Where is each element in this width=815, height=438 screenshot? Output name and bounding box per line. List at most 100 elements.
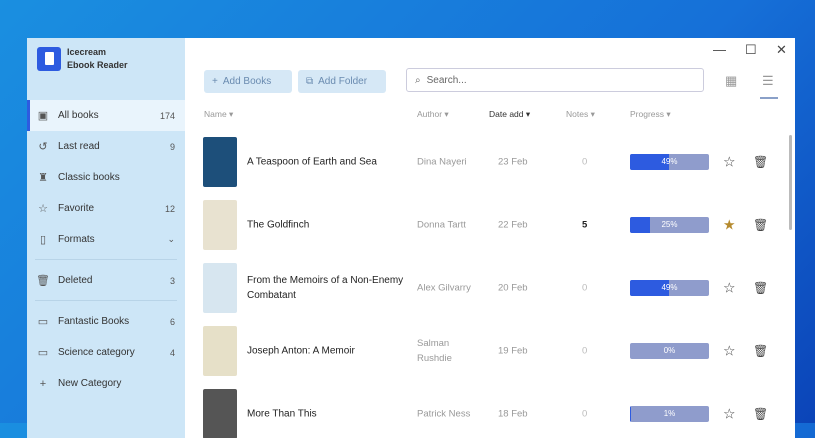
book-cover: [203, 137, 237, 187]
book-notes: 0: [582, 282, 588, 294]
search-placeholder: Search...: [426, 74, 467, 86]
add-books-label: Add Books: [222, 76, 272, 87]
sidebar-item-count: 3: [169, 275, 175, 286]
app-window: Icecream Ebook Reader ▣ All books 174 ↺ Last…: [27, 38, 795, 438]
sidebar-item-classic-books[interactable]: ♜ Classic books: [27, 162, 185, 193]
sidebar-item-new-category[interactable]: + New Category: [27, 368, 185, 399]
book-row[interactable]: From the Memoirs of a Non-Enemy Combatan…: [185, 257, 785, 319]
sidebar-item-science-category[interactable]: ▭ Science category 4: [27, 337, 185, 368]
book-date: 22 Feb: [498, 219, 528, 231]
star-icon[interactable]: ☆: [723, 343, 736, 360]
progress-label: 49%: [661, 283, 678, 292]
active-view-indicator: [760, 97, 778, 99]
star-filled-icon[interactable]: ★: [723, 217, 736, 234]
column-progress[interactable]: Progress ▾: [630, 109, 671, 120]
column-author[interactable]: Author ▾: [417, 109, 449, 120]
plus-icon: +: [212, 76, 218, 87]
sidebar-item-label: Science category: [58, 347, 135, 358]
sidebar-item-label: Deleted: [58, 275, 93, 286]
trash-icon: 🗑: [36, 275, 50, 287]
book-notes: 0: [582, 408, 588, 420]
book-title[interactable]: The Goldfinch: [247, 218, 407, 233]
book-author: Dina Nayeri: [417, 156, 467, 168]
book-row[interactable]: More Than This Patrick Ness 18 Feb 0 1% …: [185, 383, 785, 438]
sidebar-item-all-books[interactable]: ▣ All books 174: [27, 100, 185, 131]
progress-label: 0%: [663, 346, 676, 355]
star-icon[interactable]: ☆: [723, 406, 736, 423]
book-cover: [203, 263, 237, 313]
book-date: 19 Feb: [498, 345, 528, 357]
sidebar-item-deleted[interactable]: 🗑 Deleted 3: [27, 265, 185, 296]
grid-view-icon[interactable]: ▦: [725, 73, 737, 89]
progress-bar: 25%: [630, 217, 709, 233]
column-label: Author: [417, 109, 443, 119]
sidebar-item-label: Favorite: [58, 203, 95, 214]
books-icon: ▣: [37, 110, 49, 122]
trash-icon[interactable]: 🗑: [753, 344, 768, 358]
trash-icon[interactable]: 🗑: [753, 407, 768, 421]
star-icon[interactable]: ☆: [723, 280, 736, 297]
trash-icon[interactable]: 🗑: [753, 218, 768, 232]
progress-label: 49%: [661, 157, 678, 166]
book-title[interactable]: Joseph Anton: A Memoir: [247, 344, 407, 359]
add-books-button[interactable]: + Add Books: [204, 70, 292, 93]
search-input[interactable]: ⌕ Search...: [406, 68, 704, 92]
star-icon[interactable]: ☆: [723, 154, 736, 171]
sidebar-item-count: 6: [169, 316, 175, 327]
progress-bar: 49%: [630, 280, 709, 296]
classic-icon: ♜: [38, 172, 48, 184]
add-folder-button[interactable]: ⧉ Add Folder: [298, 70, 386, 93]
progress-label: 1%: [663, 409, 676, 418]
divider: [35, 259, 177, 260]
book-row[interactable]: The Goldfinch Donna Tartt 22 Feb 5 25% ★…: [185, 194, 785, 256]
app-name-line1: Icecream: [67, 47, 107, 57]
sidebar-item-count: 174: [159, 110, 175, 121]
sidebar-item-formats[interactable]: ▯ Formats ⌄: [27, 224, 185, 255]
book-title[interactable]: A Teaspoon of Earth and Sea: [247, 155, 407, 170]
maximize-button[interactable]: ☐: [745, 42, 757, 58]
book-author: Patrick Ness: [417, 408, 471, 420]
plus-icon: +: [39, 377, 47, 390]
book-row[interactable]: A Teaspoon of Earth and Sea Dina Nayeri …: [185, 131, 785, 193]
add-folder-label: Add Folder: [318, 76, 368, 87]
sidebar-item-count: 12: [164, 203, 175, 214]
book-row[interactable]: Joseph Anton: A Memoir Salman Rushdie 19…: [185, 320, 785, 382]
trash-icon[interactable]: 🗑: [753, 155, 768, 169]
chevron-down-icon[interactable]: ⌄: [167, 234, 175, 245]
column-notes[interactable]: Notes ▾: [566, 109, 595, 120]
scrollbar[interactable]: [789, 135, 792, 230]
sidebar-item-label: Formats: [58, 234, 95, 245]
book-cover: [203, 326, 237, 376]
book-author: Salman Rushdie: [417, 338, 452, 364]
sidebar-item-favorite[interactable]: ☆ Favorite 12: [27, 193, 185, 224]
book-cover: [203, 389, 237, 438]
column-label: Notes: [566, 109, 589, 119]
sidebar-item-fantastic-books[interactable]: ▭ Fantastic Books 6: [27, 306, 185, 337]
sidebar-item-last-read[interactable]: ↺ Last read 9: [27, 131, 185, 162]
book-notes: 0: [582, 156, 588, 168]
minimize-button[interactable]: —: [713, 42, 726, 57]
progress-bar: 1%: [630, 406, 709, 422]
book-author: Alex Gilvarry: [417, 282, 471, 294]
book-cover: [203, 200, 237, 250]
book-title[interactable]: More Than This: [247, 407, 407, 422]
trash-icon[interactable]: 🗑: [753, 281, 768, 295]
list-view-icon[interactable]: ☰: [762, 73, 774, 89]
book-title[interactable]: From the Memoirs of a Non-Enemy Combatan…: [247, 273, 407, 303]
sidebar-item-label: All books: [58, 110, 99, 121]
folder-icon: ▭: [37, 347, 49, 359]
star-icon: ☆: [38, 203, 48, 215]
search-icon: ⌕: [415, 74, 421, 86]
sidebar-item-label: Last read: [58, 141, 100, 152]
close-button[interactable]: ✕: [776, 42, 787, 58]
sidebar-item-label: Fantastic Books: [58, 316, 130, 327]
book-notes: 5: [582, 219, 588, 231]
column-name[interactable]: Name ▾: [204, 109, 233, 120]
column-label: Date add: [489, 109, 524, 119]
book-date: 18 Feb: [498, 408, 528, 420]
column-date[interactable]: Date add ▾: [489, 109, 530, 120]
progress-label: 25%: [661, 220, 678, 229]
folder-plus-icon: ⧉: [306, 76, 314, 87]
sidebar-item-label: New Category: [58, 378, 122, 389]
app-name: Icecream Ebook Reader: [67, 46, 128, 72]
